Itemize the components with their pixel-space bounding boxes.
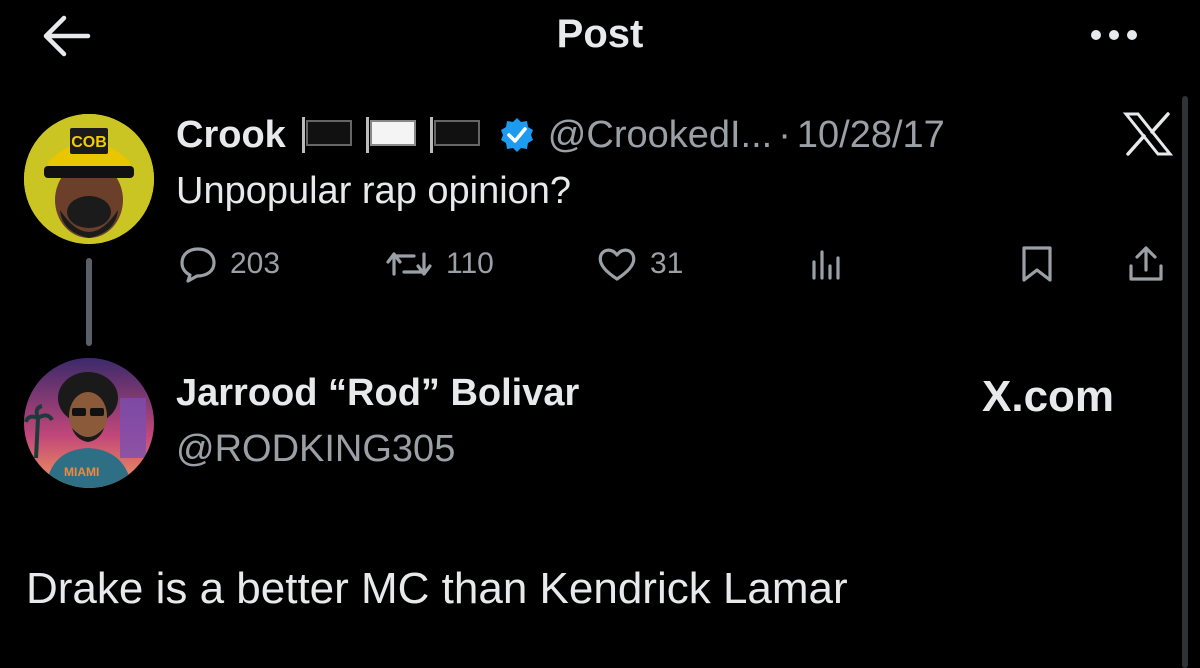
x-logo-icon [1122, 112, 1174, 156]
avatar-crook[interactable]: COB [24, 114, 154, 244]
page-title: Post [556, 12, 644, 56]
reply-count: 203 [230, 247, 281, 280]
scrollbar[interactable] [1182, 96, 1188, 668]
repost-count: 110 [446, 247, 494, 280]
share-icon [1129, 246, 1163, 281]
separator-dot: · [778, 113, 791, 156]
jersey-text: MIAMI [64, 465, 99, 479]
bookmark-action[interactable] [1018, 244, 1056, 284]
black-flag-icon [301, 117, 352, 153]
like-action[interactable]: 31 [596, 244, 683, 284]
reply-user-name[interactable]: Jarrood “Rod” Bolivar [176, 372, 579, 415]
more-options-icon[interactable] [1088, 22, 1140, 48]
reply-action[interactable]: 203 [178, 244, 280, 284]
avatar-cap-text: COB [71, 134, 107, 151]
like-count: 31 [650, 247, 684, 280]
x-com-text: X.com [982, 372, 1115, 421]
x-com-watermark: X.com [982, 372, 1114, 422]
white-flag-icon [365, 117, 416, 153]
flag-emojis [300, 115, 484, 155]
reply-user-handle[interactable]: @RODKING305 [176, 428, 455, 471]
bookmark-icon [1022, 246, 1052, 282]
share-action[interactable] [1126, 244, 1166, 284]
verified-badge-icon [500, 118, 533, 152]
repost-action[interactable]: 110 [384, 244, 494, 284]
black-flag-icon [429, 117, 480, 153]
thread-connector-line [86, 258, 92, 346]
author-name[interactable]: Crook [176, 114, 286, 157]
analytics-icon [812, 250, 840, 280]
heart-icon [598, 248, 636, 281]
tweet-date[interactable]: 10/28/17 [797, 114, 945, 157]
views-action[interactable] [808, 244, 848, 284]
author-row: Crook @CrookedI... · 10/28/17 [176, 110, 945, 160]
parent-tweet-text: Unpopular rap opinion? [176, 170, 572, 212]
reply-icon [180, 247, 216, 283]
author-handle[interactable]: @CrookedI... [548, 114, 772, 157]
repost-icon [386, 252, 432, 276]
main-post-text: Drake is a better MC than Kendrick Lamar [26, 564, 848, 613]
avatar-rod[interactable]: MIAMI [24, 358, 154, 488]
